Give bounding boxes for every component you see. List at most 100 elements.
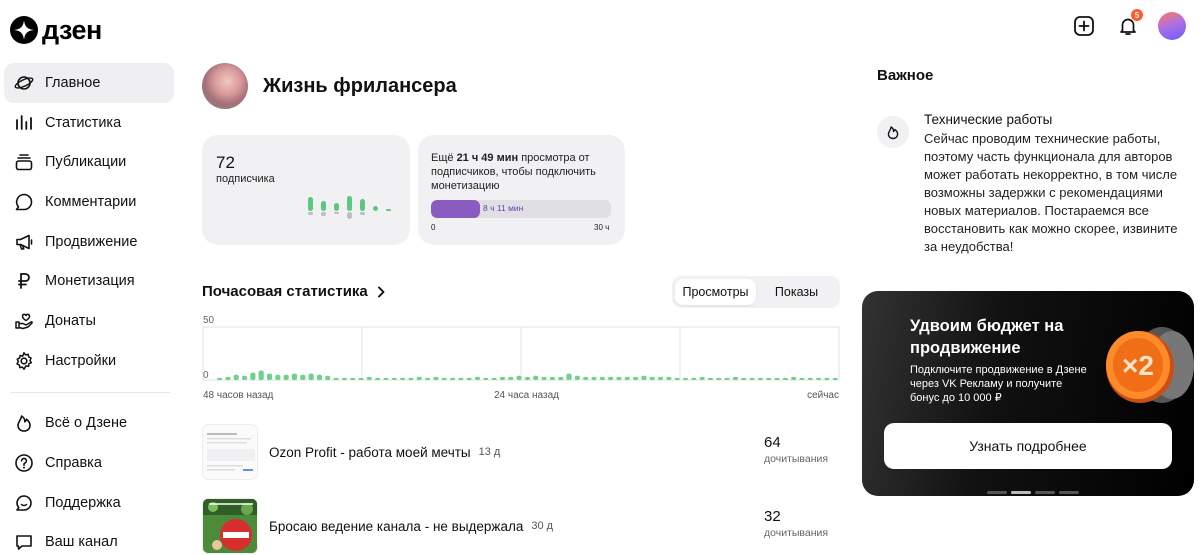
mini-bar [347,212,352,219]
chart-bar [782,377,788,380]
chart-bar [732,376,738,380]
comment-icon [13,191,35,213]
promo-page-dot[interactable] [1059,491,1079,494]
tab-views[interactable]: Просмотры [675,279,756,305]
chart-bar [466,377,472,380]
chart-bar [699,376,705,380]
promo-page-dot[interactable] [1035,491,1055,494]
dzen-logo[interactable]: дзен [10,14,102,46]
sidebar-item-statistics[interactable]: Статистика [4,103,174,143]
chart-bar [566,373,572,380]
notifications-button[interactable]: 5 [1114,9,1143,40]
promo-page-dot[interactable] [987,491,1007,494]
sidebar-item-label: Всё о Дзене [45,415,128,432]
chart-bar [366,376,372,380]
chart-bar [491,377,497,380]
publication-thumbnail [202,424,258,480]
hourly-stats-link[interactable]: Почасовая статистика [202,283,386,300]
learn-more-button[interactable]: Узнать подробнее [884,423,1172,469]
dzen-logo-icon [10,16,38,44]
promo-banner: Удвоим бюджет на продвижение Подключите … [862,291,1194,496]
chart-bar [408,377,414,380]
help-icon [13,452,35,474]
channel-avatar[interactable] [202,63,248,109]
progress-min-label: 0 [431,223,436,232]
notice-tech-works: Технические работы Сейчас проводим техни… [877,112,1187,256]
y-axis-min-label: 0 [203,370,209,381]
channel-name[interactable]: Жизнь фрилансера [263,75,457,98]
chart-bar [682,377,689,380]
sidebar-item-monetization[interactable]: Монетизация [4,261,174,301]
sidebar-item-about-dzen[interactable]: Всё о Дзене [4,404,174,444]
chart-bar [458,377,464,380]
sidebar-item-main[interactable]: Главное [4,63,174,103]
publication-row[interactable]: Ozon Profit - работа моей мечты 13 д 64 … [202,424,842,480]
megaphone-icon [13,231,35,253]
y-axis-max-label: 50 [203,315,215,326]
chart-bar [749,377,755,380]
chart-bar [666,376,672,380]
reads-label: дочитывания [764,527,829,539]
sidebar-item-donations[interactable]: Донаты [4,301,174,341]
chart-bar [333,377,339,380]
chart-bar [416,376,422,380]
chart-bar [691,377,697,380]
chart-bar [591,376,597,380]
publication-thumbnail [202,498,258,554]
sidebar-item-label: Главное [45,74,101,91]
chart-bar [275,374,281,380]
promo-page-dot[interactable] [1011,491,1031,494]
chart-bar [657,376,664,380]
chart-bar [716,377,722,380]
chart-bar [425,377,431,380]
chart-bar [741,377,747,380]
planet-icon [13,72,35,94]
chart-bar [583,376,589,380]
chart-bar [624,376,630,380]
channel-icon [13,531,35,553]
stats-bars-icon [13,112,35,134]
tab-impressions[interactable]: Показы [756,279,837,305]
sidebar-item-promotion[interactable]: Продвижение [4,222,174,262]
flame-icon [877,116,909,148]
chart-bar [225,376,231,380]
sidebar-item-label: Настройки [45,352,117,369]
chart-bar [375,377,381,380]
mini-bar [321,212,326,216]
reads-label: дочитывания [764,453,829,465]
support-chat-icon [13,492,35,514]
chart-bar [707,377,714,380]
sidebar-item-settings[interactable]: Настройки [4,341,174,381]
chart-bar [233,374,239,380]
monetization-hours: 21 ч 49 мин [456,152,519,164]
gear-icon [13,350,35,372]
monetization-progress-fill [431,200,481,218]
publication-title: Бросаю ведение канала - не выдержала [269,518,524,534]
sidebar-item-label: Публикации [45,154,127,171]
hourly-metric-toggle: Просмотры Показы [672,276,840,308]
mini-bar [334,212,339,214]
chart-bar [724,377,730,380]
create-button[interactable] [1070,12,1098,40]
chart-bar [599,376,605,380]
publication-row[interactable]: Бросаю ведение канала - не выдержала 30 … [202,498,842,554]
monetization-card[interactable]: Ещё 21 ч 49 мин просмотра от подписчиков… [418,135,625,245]
chart-bar [774,377,780,380]
chart-bar [807,377,813,380]
subscribers-card[interactable]: 72 подписчика [202,135,410,245]
chart-bar [441,377,447,380]
reads-count: 32 [764,508,781,525]
chart-bar [633,376,639,380]
sidebar-item-your-channel[interactable]: Ваш канал [4,523,174,555]
sidebar-item-help[interactable]: Справка [4,443,174,483]
chart-bar [350,377,356,380]
sidebar-item-comments[interactable]: Комментарии [4,182,174,222]
profile-avatar-button[interactable] [1158,12,1186,40]
sidebar-item-label: Справка [45,455,102,472]
sidebar-item-publications[interactable]: Публикации [4,142,174,182]
chart-bar [483,377,489,380]
brand-name: дзен [42,14,102,45]
promo-text: Подключите продвижение в Дзене через VK … [910,364,1087,404]
sidebar-item-support[interactable]: Поддержка [4,483,174,523]
mini-bar [347,196,352,211]
